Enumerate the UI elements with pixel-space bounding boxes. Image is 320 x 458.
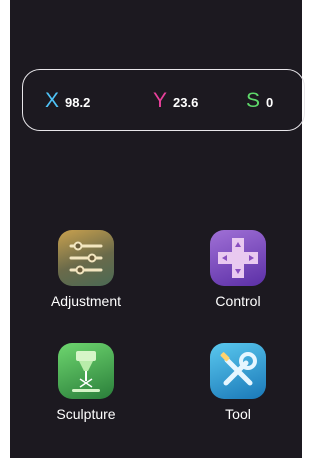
s-value: 0 [266,95,274,110]
y-axis-label: Y [153,89,168,112]
tool-app-button[interactable]: Tool [188,343,288,422]
wrench-screwdriver-icon [210,343,266,399]
sliders-icon [58,230,114,286]
s-coordinate: S 0 [246,89,274,112]
coordinate-readout: X 98.2 Y 23.6 S 0 [22,69,305,131]
tool-label: Tool [225,406,251,422]
adjustment-label: Adjustment [50,293,122,309]
y-coordinate: Y 23.6 [153,89,199,112]
sculpture-app-button[interactable]: Sculpture [36,343,136,422]
laser-engraver-icon [58,343,114,399]
x-axis-label: X [45,89,60,112]
control-app-button[interactable]: Control [188,230,288,309]
s-axis-label: S [246,89,261,112]
adjustment-app-button[interactable]: Adjustment [36,230,136,309]
dpad-icon [210,230,266,286]
x-value: 98.2 [65,95,91,110]
app-screen: X 98.2 Y 23.6 S 0 Adjustment Control Scu… [10,0,305,458]
x-coordinate: X 98.2 [45,89,91,112]
sculpture-label: Sculpture [56,406,116,422]
control-label: Control [215,293,261,309]
y-value: 23.6 [173,95,199,110]
